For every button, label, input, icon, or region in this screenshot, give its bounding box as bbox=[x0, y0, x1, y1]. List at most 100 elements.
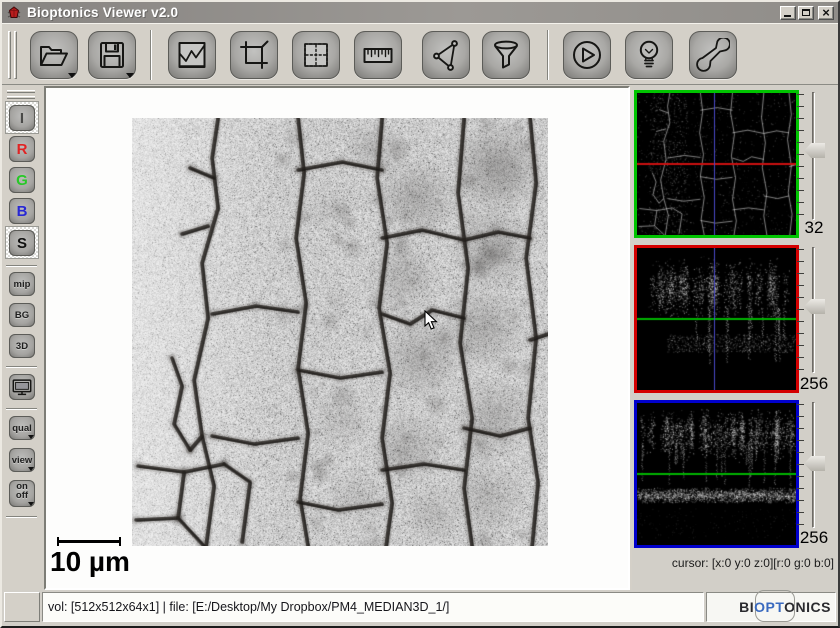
x-slice-slider[interactable] bbox=[796, 402, 836, 528]
bioptonics-logo: BIOPTONICS bbox=[739, 599, 831, 615]
toolbar-separator bbox=[150, 30, 152, 80]
toolbar-handle[interactable] bbox=[8, 31, 11, 79]
angle-icon bbox=[429, 38, 463, 72]
crop-icon bbox=[237, 38, 271, 72]
bg-button[interactable]: BG bbox=[9, 303, 35, 327]
play-icon bbox=[570, 38, 604, 72]
dropdown-arrow-icon bbox=[126, 73, 134, 78]
play-button[interactable] bbox=[563, 31, 611, 79]
scale-bar bbox=[57, 540, 121, 543]
volume-slice-image[interactable] bbox=[132, 118, 548, 546]
scale-bar-label: 10 µm bbox=[50, 546, 130, 578]
slider-value: 256 bbox=[792, 374, 836, 394]
angle-measure-button[interactable] bbox=[422, 31, 470, 79]
mouse-cursor-icon bbox=[424, 310, 438, 331]
window-title: Bioptonics Viewer v2.0 bbox=[27, 5, 780, 20]
status-panel: vol: [512x512x64x1] | file: [E:/Desktop/… bbox=[42, 592, 704, 622]
xy-slice-canvas bbox=[637, 93, 796, 235]
filter-button[interactable] bbox=[482, 31, 530, 79]
slider-value: 32 bbox=[792, 218, 836, 238]
logo-panel: BIOPTONICS bbox=[706, 592, 836, 622]
yz-slice-view[interactable] bbox=[634, 400, 799, 548]
save-button[interactable] bbox=[88, 31, 136, 79]
close-icon: × bbox=[819, 5, 833, 21]
dropdown-arrow-icon bbox=[28, 435, 34, 439]
app-icon bbox=[6, 5, 22, 21]
funnel-icon bbox=[489, 38, 523, 72]
open-button[interactable] bbox=[30, 31, 78, 79]
sidebar-handle[interactable] bbox=[7, 90, 35, 93]
curve-plot-icon bbox=[175, 38, 209, 72]
channel-g-button[interactable]: G bbox=[9, 167, 35, 193]
lighting-button[interactable] bbox=[625, 31, 673, 79]
slider-thumb[interactable] bbox=[804, 143, 825, 158]
statusbar-grip bbox=[4, 592, 40, 622]
ruler-icon bbox=[361, 38, 395, 72]
channel-s-selected-box: S bbox=[5, 226, 39, 259]
wrench-icon bbox=[696, 38, 730, 72]
view-button[interactable]: view bbox=[9, 448, 35, 472]
xz-slice-canvas bbox=[637, 248, 796, 390]
sidebar-separator bbox=[6, 408, 37, 410]
channel-s-button[interactable]: S bbox=[9, 230, 35, 256]
save-floppy-icon bbox=[95, 38, 129, 72]
grid-button[interactable] bbox=[292, 31, 340, 79]
slider-thumb[interactable] bbox=[804, 456, 825, 471]
display-button[interactable] bbox=[9, 374, 35, 400]
sidebar-separator bbox=[6, 366, 37, 368]
cursor-readout: cursor: [x:0 y:0 z:0][r:0 g:0 b:0] bbox=[672, 556, 834, 570]
3d-button[interactable]: 3D bbox=[9, 334, 35, 358]
view-label: view bbox=[12, 455, 33, 466]
xz-slice-view[interactable] bbox=[634, 245, 799, 393]
sidebar-separator bbox=[6, 265, 37, 267]
titlebar: Bioptonics Viewer v2.0 × bbox=[2, 2, 838, 23]
on-off-button[interactable]: on off bbox=[9, 480, 35, 507]
on-off-label: on off bbox=[13, 482, 31, 500]
settings-button[interactable] bbox=[689, 31, 737, 79]
dropdown-arrow-icon bbox=[28, 467, 34, 471]
channel-i-button[interactable]: I bbox=[9, 105, 35, 131]
minimize-icon bbox=[784, 15, 791, 17]
logo-mid: OPT bbox=[754, 599, 784, 615]
toolbar-handle[interactable] bbox=[14, 31, 17, 79]
channel-i-selected-box: I bbox=[5, 101, 39, 134]
bulb-icon bbox=[632, 38, 666, 72]
dropdown-arrow-icon bbox=[28, 502, 34, 506]
slider-thumb[interactable] bbox=[804, 299, 825, 314]
toolbar-separator bbox=[547, 30, 549, 80]
xy-slice-view[interactable] bbox=[634, 90, 799, 238]
volume-file-status: vol: [512x512x64x1] | file: [E:/Desktop/… bbox=[48, 600, 449, 614]
app-window: Bioptonics Viewer v2.0 × bbox=[0, 0, 840, 628]
sidebar-handle[interactable] bbox=[7, 96, 35, 99]
z-slice-slider[interactable] bbox=[796, 92, 836, 220]
monitor-icon bbox=[11, 378, 33, 397]
qual-label: qual bbox=[12, 423, 32, 434]
mip-button[interactable]: mip bbox=[9, 272, 35, 296]
main-viewport: 10 µm bbox=[44, 86, 630, 590]
crop-button[interactable] bbox=[230, 31, 278, 79]
left-toolbar: I R G B S mip BG 3D qual view bbox=[2, 86, 42, 590]
statusbar: vol: [512x512x64x1] | file: [E:/Desktop/… bbox=[2, 590, 838, 626]
slider-ticks bbox=[797, 94, 804, 218]
window-controls: × bbox=[780, 6, 834, 20]
toolbar bbox=[2, 23, 838, 85]
channel-r-button[interactable]: R bbox=[9, 136, 35, 162]
measure-button[interactable] bbox=[354, 31, 402, 79]
open-folder-icon bbox=[37, 38, 71, 72]
y-slice-slider[interactable] bbox=[796, 247, 836, 373]
slider-value: 256 bbox=[792, 528, 836, 548]
slider-ticks bbox=[797, 404, 804, 526]
minimize-button[interactable] bbox=[780, 6, 796, 20]
ortho-view-column: 32 256 256 cursor: [x:0 y:0 z:0][r:0 g:0… bbox=[632, 86, 840, 590]
logo-pre: BI bbox=[739, 599, 754, 615]
sidebar-separator bbox=[6, 516, 37, 518]
channel-b-button[interactable]: B bbox=[9, 198, 35, 224]
maximize-icon bbox=[802, 9, 810, 16]
slider-ticks bbox=[797, 249, 804, 371]
yz-slice-canvas bbox=[637, 403, 796, 545]
qual-button[interactable]: qual bbox=[9, 416, 35, 440]
dropdown-arrow-icon bbox=[68, 73, 76, 78]
maximize-button[interactable] bbox=[798, 6, 814, 20]
intensity-profile-button[interactable] bbox=[168, 31, 216, 79]
close-button[interactable]: × bbox=[818, 6, 834, 20]
